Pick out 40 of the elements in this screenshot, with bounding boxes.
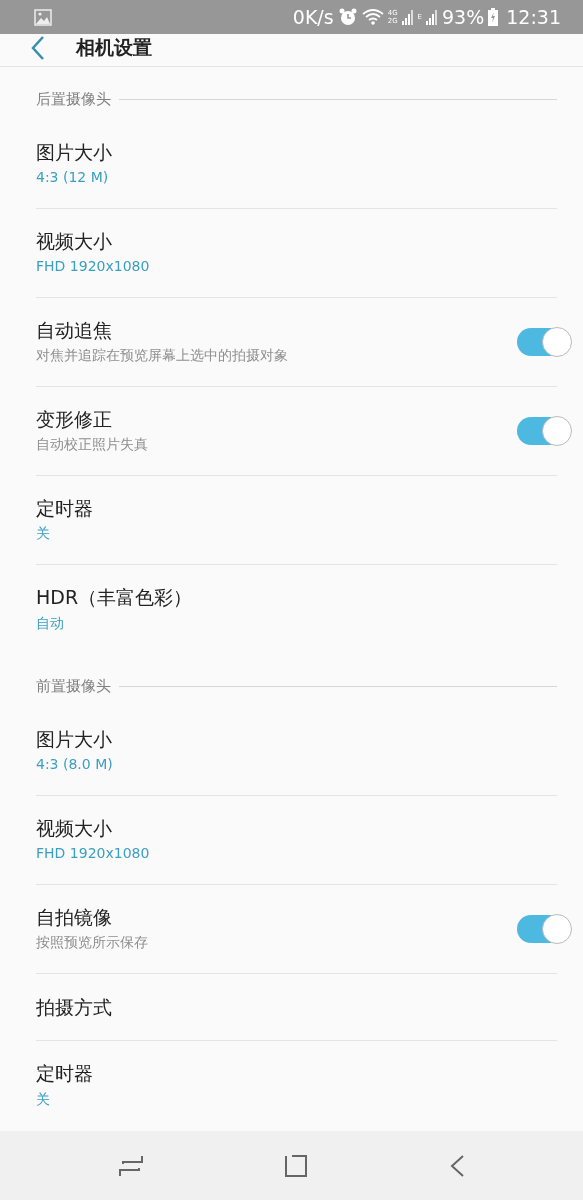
recent-apps-icon[interactable] [118, 1153, 143, 1178]
network-speed: 0K/s [292, 4, 334, 30]
home-icon[interactable] [283, 1153, 308, 1178]
page-title: 相机设置 [76, 34, 152, 60]
setting-value: 自动 [36, 613, 65, 633]
setting-title: 变形修正 [36, 406, 113, 432]
toggle-switch[interactable] [517, 915, 571, 943]
battery-charging-icon [488, 8, 499, 26]
setting-value: 4:3 (12 M) [36, 168, 110, 188]
setting-title: 视频大小 [36, 815, 113, 841]
setting-title: 定时器 [36, 495, 94, 521]
setting-value: 4:3 (8.0 M) [36, 755, 114, 775]
setting-title: 自拍镜像 [36, 904, 113, 930]
setting-title: 图片大小 [36, 726, 113, 752]
setting-value: 关 [36, 524, 51, 544]
back-icon[interactable] [30, 35, 46, 61]
wifi-icon [361, 8, 384, 26]
section-header: 后置摄像头 [36, 88, 111, 110]
setting-description: 自动校正照片失真 [36, 435, 149, 455]
gallery-icon [34, 8, 52, 26]
setting-title: HDR（丰富色彩） [36, 585, 194, 610]
setting-title: 拍摄方式 [36, 994, 113, 1020]
battery-percent: 93% [442, 4, 485, 30]
setting-value: 关 [36, 1089, 51, 1109]
alarm-icon [337, 7, 358, 27]
toggle-switch[interactable] [517, 417, 571, 445]
section-header: 前置摄像头 [36, 675, 111, 697]
setting-description: 对焦并追踪在预览屏幕上选中的拍摄对象 [36, 346, 289, 366]
setting-value: FHD 1920x1080 [36, 257, 151, 277]
toggle-switch[interactable] [517, 328, 571, 356]
setting-title: 定时器 [36, 1061, 94, 1086]
setting-title: 视频大小 [36, 228, 113, 254]
signal-icon [401, 9, 414, 25]
setting-title: 图片大小 [36, 139, 113, 165]
setting-value: FHD 1920x1080 [36, 844, 151, 864]
clock: 12:31 [506, 4, 561, 30]
back-icon[interactable] [448, 1153, 465, 1178]
setting-title: 自动追焦 [36, 317, 113, 343]
setting-description: 按照预览所示保存 [36, 933, 149, 953]
signal-icon [426, 9, 438, 25]
